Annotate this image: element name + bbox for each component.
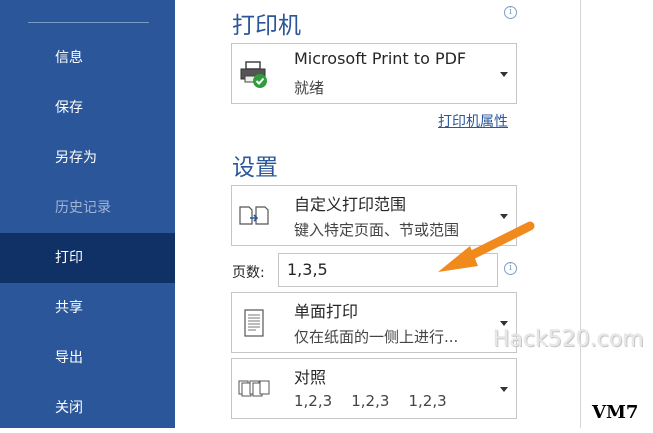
arrow-annotation	[438, 221, 535, 272]
corner-label: VM7	[592, 402, 639, 423]
watermark: Hack520.com	[493, 327, 644, 352]
